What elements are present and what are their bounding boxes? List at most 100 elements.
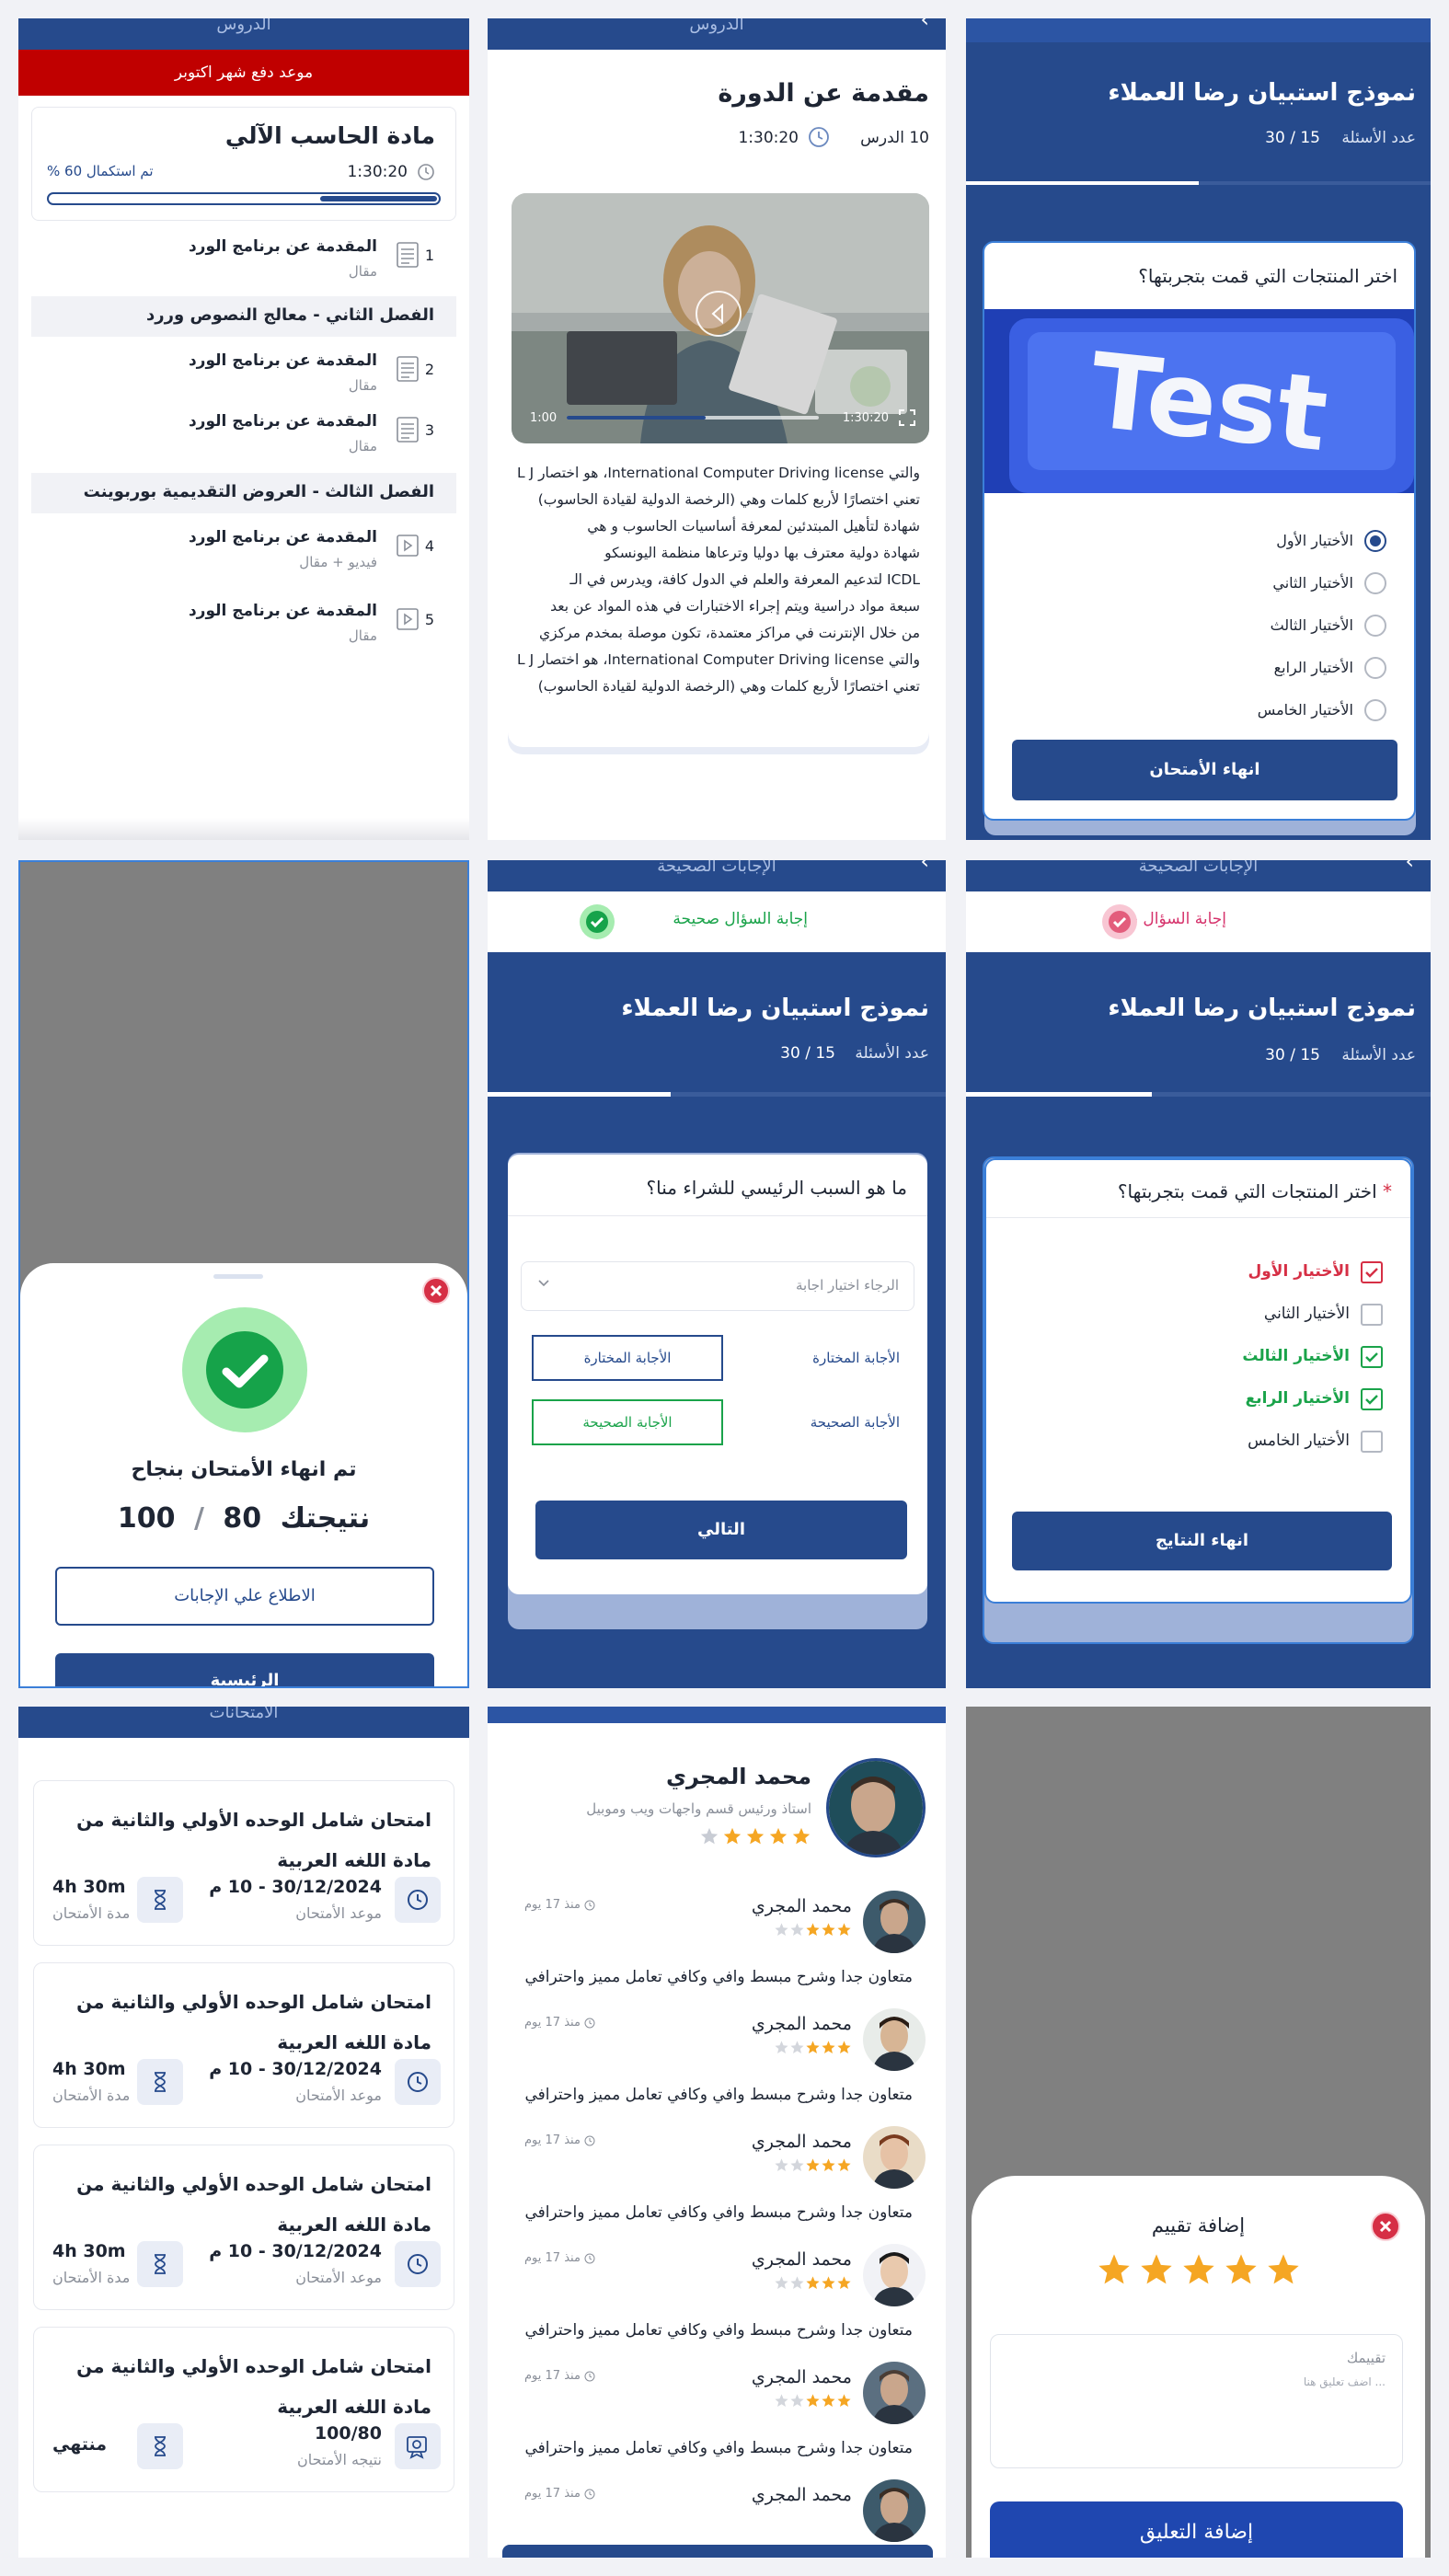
answer-option[interactable]: الأختيار الثاني: [1033, 1302, 1383, 1331]
exam-progress-fill: [966, 181, 1199, 185]
success-message: تم انهاء الأمتحان بنجاح: [131, 1458, 357, 1481]
payment-alert-banner[interactable]: موعد دفع شهر اكتوبر: [18, 50, 469, 96]
exam-date: 30/12/2024 - 10 م: [209, 2241, 382, 2261]
option-label: الأختيار الرابع: [1245, 1389, 1350, 1408]
review-time: منذ 17 يوم: [524, 2251, 595, 2265]
comment-placeholder: ... اضف تعليق هنا: [1303, 2375, 1386, 2388]
caption: مدة الأمتحان: [52, 1904, 131, 1922]
clock-icon: [581, 1898, 595, 1912]
keyboard-test-image: Test: [984, 309, 1414, 493]
home-button[interactable]: الرئيسية: [55, 1653, 434, 1686]
comment-field[interactable]: تقييمك ... اضف تعليق هنا: [990, 2334, 1403, 2468]
back-chevron-icon[interactable]: ›: [920, 860, 929, 872]
exam-card[interactable]: امتحان شامل الوحده الأولي والثانية من ما…: [33, 1962, 454, 2128]
answer-option[interactable]: الأختيار الأول: [1037, 528, 1386, 558]
star-icon: [745, 1826, 765, 1850]
answer-option[interactable]: الأختيار الثالث: [1037, 613, 1386, 642]
rating-stars[interactable]: [972, 2251, 1425, 2292]
star-icon[interactable]: [1180, 2251, 1217, 2292]
close-icon[interactable]: [421, 1276, 451, 1305]
finish-results-button[interactable]: انهاء النتايج: [1012, 1512, 1392, 1570]
checkbox[interactable]: [1361, 1388, 1383, 1410]
certificate-icon: [395, 2423, 441, 2469]
star-icon[interactable]: [1223, 2251, 1259, 2292]
question-count-label: عدد الأسئلة: [1341, 1046, 1416, 1064]
review-time-text: منذ 17 يوم: [524, 2487, 581, 2501]
header-title: الإجابات الصحيحة: [657, 860, 776, 876]
answer-option[interactable]: الأختيار الثاني: [1037, 570, 1386, 600]
chapter-header[interactable]: الفصل الثاني - معالج النصوص وررد: [31, 296, 456, 337]
lesson-number: 4: [424, 537, 434, 555]
exam-duration: 4h 30m: [52, 2059, 126, 2079]
lesson-screen: الدروس › مقدمة عن الدورة 10 الدرس 1:30:20…: [488, 18, 946, 840]
lesson-item[interactable]: المقدمة عن برنامج الورد مقال 3: [18, 407, 469, 471]
bottom-button-edge[interactable]: [502, 2545, 933, 2558]
exam-progress-track: [488, 1092, 946, 1097]
question-count-value: 15 / 30: [780, 1044, 835, 1063]
radio-button[interactable]: [1364, 615, 1386, 637]
paragraph-line: من خلال الإنترنت في مراكز معتمدة، تكون م…: [539, 625, 920, 641]
star-icon: [791, 1826, 811, 1850]
lesson-item[interactable]: المقدمة عن برنامج الورد فيديو + مقال 4: [18, 523, 469, 587]
lesson-number: 2: [424, 361, 434, 378]
clock-icon: [581, 2487, 595, 2501]
lesson-item[interactable]: المقدمة عن برنامج الورد مقال 5: [18, 596, 469, 661]
radio-button[interactable]: [1364, 699, 1386, 721]
caption: مدة الأمتحان: [52, 2087, 131, 2104]
star-icon[interactable]: [1096, 2251, 1133, 2292]
answer-select[interactable]: الرجاء اختيار اجابة: [521, 1261, 914, 1311]
drag-handle[interactable]: [213, 1274, 263, 1279]
checkbox[interactable]: [1361, 1304, 1383, 1326]
radio-button[interactable]: [1364, 572, 1386, 594]
submit-comment-button[interactable]: إضافة التعليق: [990, 2501, 1403, 2558]
caption: مدة الأمتحان: [52, 2269, 131, 2286]
radio-button[interactable]: [1364, 530, 1386, 552]
video-player[interactable]: 1:00 1:30:20: [512, 193, 929, 443]
score-total: 100: [117, 1502, 176, 1535]
finish-exam-button[interactable]: انهاء الأمتحان: [1012, 740, 1397, 800]
lesson-item[interactable]: المقدمة عن برنامج الورد مقال 2: [18, 346, 469, 410]
star-icon: [774, 1922, 789, 1941]
checkbox[interactable]: [1361, 1346, 1383, 1368]
clock-icon: [581, 2251, 595, 2265]
lesson-list: المقدمة عن برنامج الورد مقال 1 الفصل الثاني…: [18, 232, 469, 644]
exam-card[interactable]: امتحان شامل الوحده الأولي والثانية من ما…: [33, 2327, 454, 2492]
question-count-value: 15 / 30: [1265, 129, 1320, 147]
answer-option[interactable]: الأختيار الرابع: [1033, 1386, 1383, 1416]
fullscreen-icon[interactable]: [898, 408, 916, 427]
view-answers-button[interactable]: الاطلاع علي الإجابات: [55, 1567, 434, 1626]
next-button[interactable]: التالي: [535, 1501, 907, 1559]
exam-card[interactable]: امتحان شامل الوحده الأولي والثانية من ما…: [33, 1780, 454, 1946]
caption: موعد الأمتحان: [295, 2087, 382, 2104]
exam-progress-fill: [966, 1092, 1152, 1097]
chapter-header[interactable]: الفصل الثالث - العروض التقديمية بوربوينت: [31, 473, 456, 513]
answer-option[interactable]: الأختيار الأول: [1033, 1259, 1383, 1289]
answer-option[interactable]: الأختيار الخامس: [1037, 697, 1386, 727]
success-screen: تم انهاء الأمتحان بنجاح نتيجتك 80 / 100 …: [18, 860, 469, 1688]
lesson-item[interactable]: المقدمة عن برنامج الورد مقال 1: [18, 232, 469, 296]
review-time: منذ 17 يوم: [524, 2487, 595, 2501]
chosen-answer-value: الأجابة المختارة: [532, 1335, 723, 1381]
answer-option[interactable]: الأختيار الخامس: [1033, 1429, 1383, 1458]
answer-option[interactable]: الأختيار الثالث: [1033, 1344, 1383, 1374]
paragraph-line: شهادة دولية معترف بها دوليا وترعاها منظم…: [604, 545, 920, 561]
back-chevron-icon[interactable]: ›: [920, 18, 929, 30]
status-banner: إجابة السؤال خطا: [966, 891, 1431, 952]
video-seekbar[interactable]: [567, 416, 819, 420]
star-icon[interactable]: [1138, 2251, 1175, 2292]
back-chevron-icon[interactable]: ›: [1405, 860, 1414, 872]
star-icon[interactable]: [1265, 2251, 1302, 2292]
lesson-paragraph: والتي International Computer Driving lic…: [517, 460, 920, 700]
radio-button[interactable]: [1364, 657, 1386, 679]
play-button[interactable]: [696, 291, 742, 337]
video-icon: [392, 605, 420, 635]
chapter-title: الفصل الثالث - العروض التقديمية بوربوينت: [83, 482, 434, 501]
exam-progress-track: [966, 1092, 1431, 1097]
caption: موعد الأمتحان: [295, 1904, 382, 1922]
exam-card[interactable]: امتحان شامل الوحده الأولي والثانية من ما…: [33, 2145, 454, 2310]
checkbox[interactable]: [1361, 1431, 1383, 1453]
answer-option[interactable]: الأختيار الرابع: [1037, 655, 1386, 684]
review-item: محمد المجري منذ 17 يوم متعاون جدا وشرح مبس…: [488, 2008, 946, 2126]
checkbox[interactable]: [1361, 1261, 1383, 1283]
article-icon: [392, 416, 420, 445]
